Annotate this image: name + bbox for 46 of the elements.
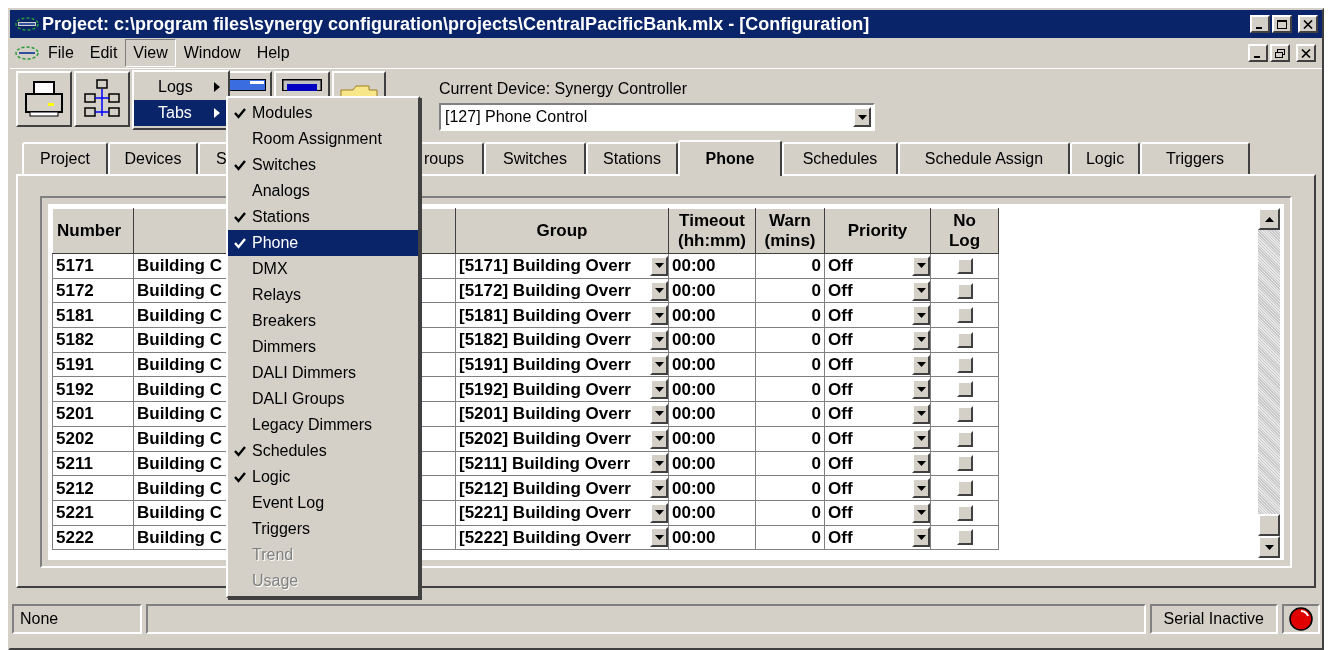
table-cell: 00:00 [668, 376, 756, 402]
table-cell: 00:00 [668, 327, 756, 353]
table-cell: 5202 [52, 426, 134, 451]
table-cell: 5171 [52, 253, 134, 279]
table-cell: 0 [755, 278, 825, 303]
column-header: No Log [930, 208, 999, 254]
table-cell: 00:00 [668, 426, 756, 451]
table-cell: 00:00 [668, 278, 756, 303]
column-header: Group [455, 208, 669, 254]
table-cell: 00:00 [668, 302, 756, 328]
status-text: None [12, 604, 142, 634]
table-cell: 0 [755, 451, 825, 476]
table-cell: 5191 [52, 352, 134, 377]
table-cell: 5182 [52, 327, 134, 353]
table-cell: 0 [755, 302, 825, 328]
table-cell: 00:00 [668, 253, 756, 279]
table-cell: 00:00 [668, 475, 756, 501]
table-cell: 5222 [52, 525, 134, 550]
serial-status-text: Serial Inactive [1149, 604, 1278, 634]
table-cell: 00:00 [668, 352, 756, 377]
table-cell: 00:00 [668, 525, 756, 550]
column-header: Priority [824, 208, 931, 254]
table-cell: 5212 [52, 475, 134, 501]
table-cell: 5221 [52, 500, 134, 526]
table-cell: 00:00 [668, 500, 756, 526]
table-cell: 5211 [52, 451, 134, 476]
table-cell: 0 [755, 401, 825, 427]
column-header: Timeout (hh:mm) [668, 208, 756, 254]
table-cell: 00:00 [668, 401, 756, 427]
table-cell: 0 [755, 475, 825, 501]
table-cell: 0 [755, 352, 825, 377]
window-title: Project: c:\program files\synergy configuration\projects\CentralPacificBank.mlx - [Configuration] [42, 12, 870, 36]
table-cell: 5181 [52, 302, 134, 328]
column-header: Warn (mins) [755, 208, 825, 254]
table-cell: 0 [755, 426, 825, 451]
table-cell: 0 [755, 327, 825, 353]
table-cell: 00:00 [668, 451, 756, 476]
table-cell: 0 [755, 376, 825, 402]
column-header: Number [52, 208, 134, 254]
table-cell: 5172 [52, 278, 134, 303]
current-device-label: Current Device: Synergy Controller [439, 79, 689, 99]
table-cell: 0 [755, 253, 825, 279]
table-cell: 0 [755, 500, 825, 526]
table-cell: 5192 [52, 376, 134, 402]
table-cell: 5201 [52, 401, 134, 427]
table-cell: 0 [755, 525, 825, 550]
